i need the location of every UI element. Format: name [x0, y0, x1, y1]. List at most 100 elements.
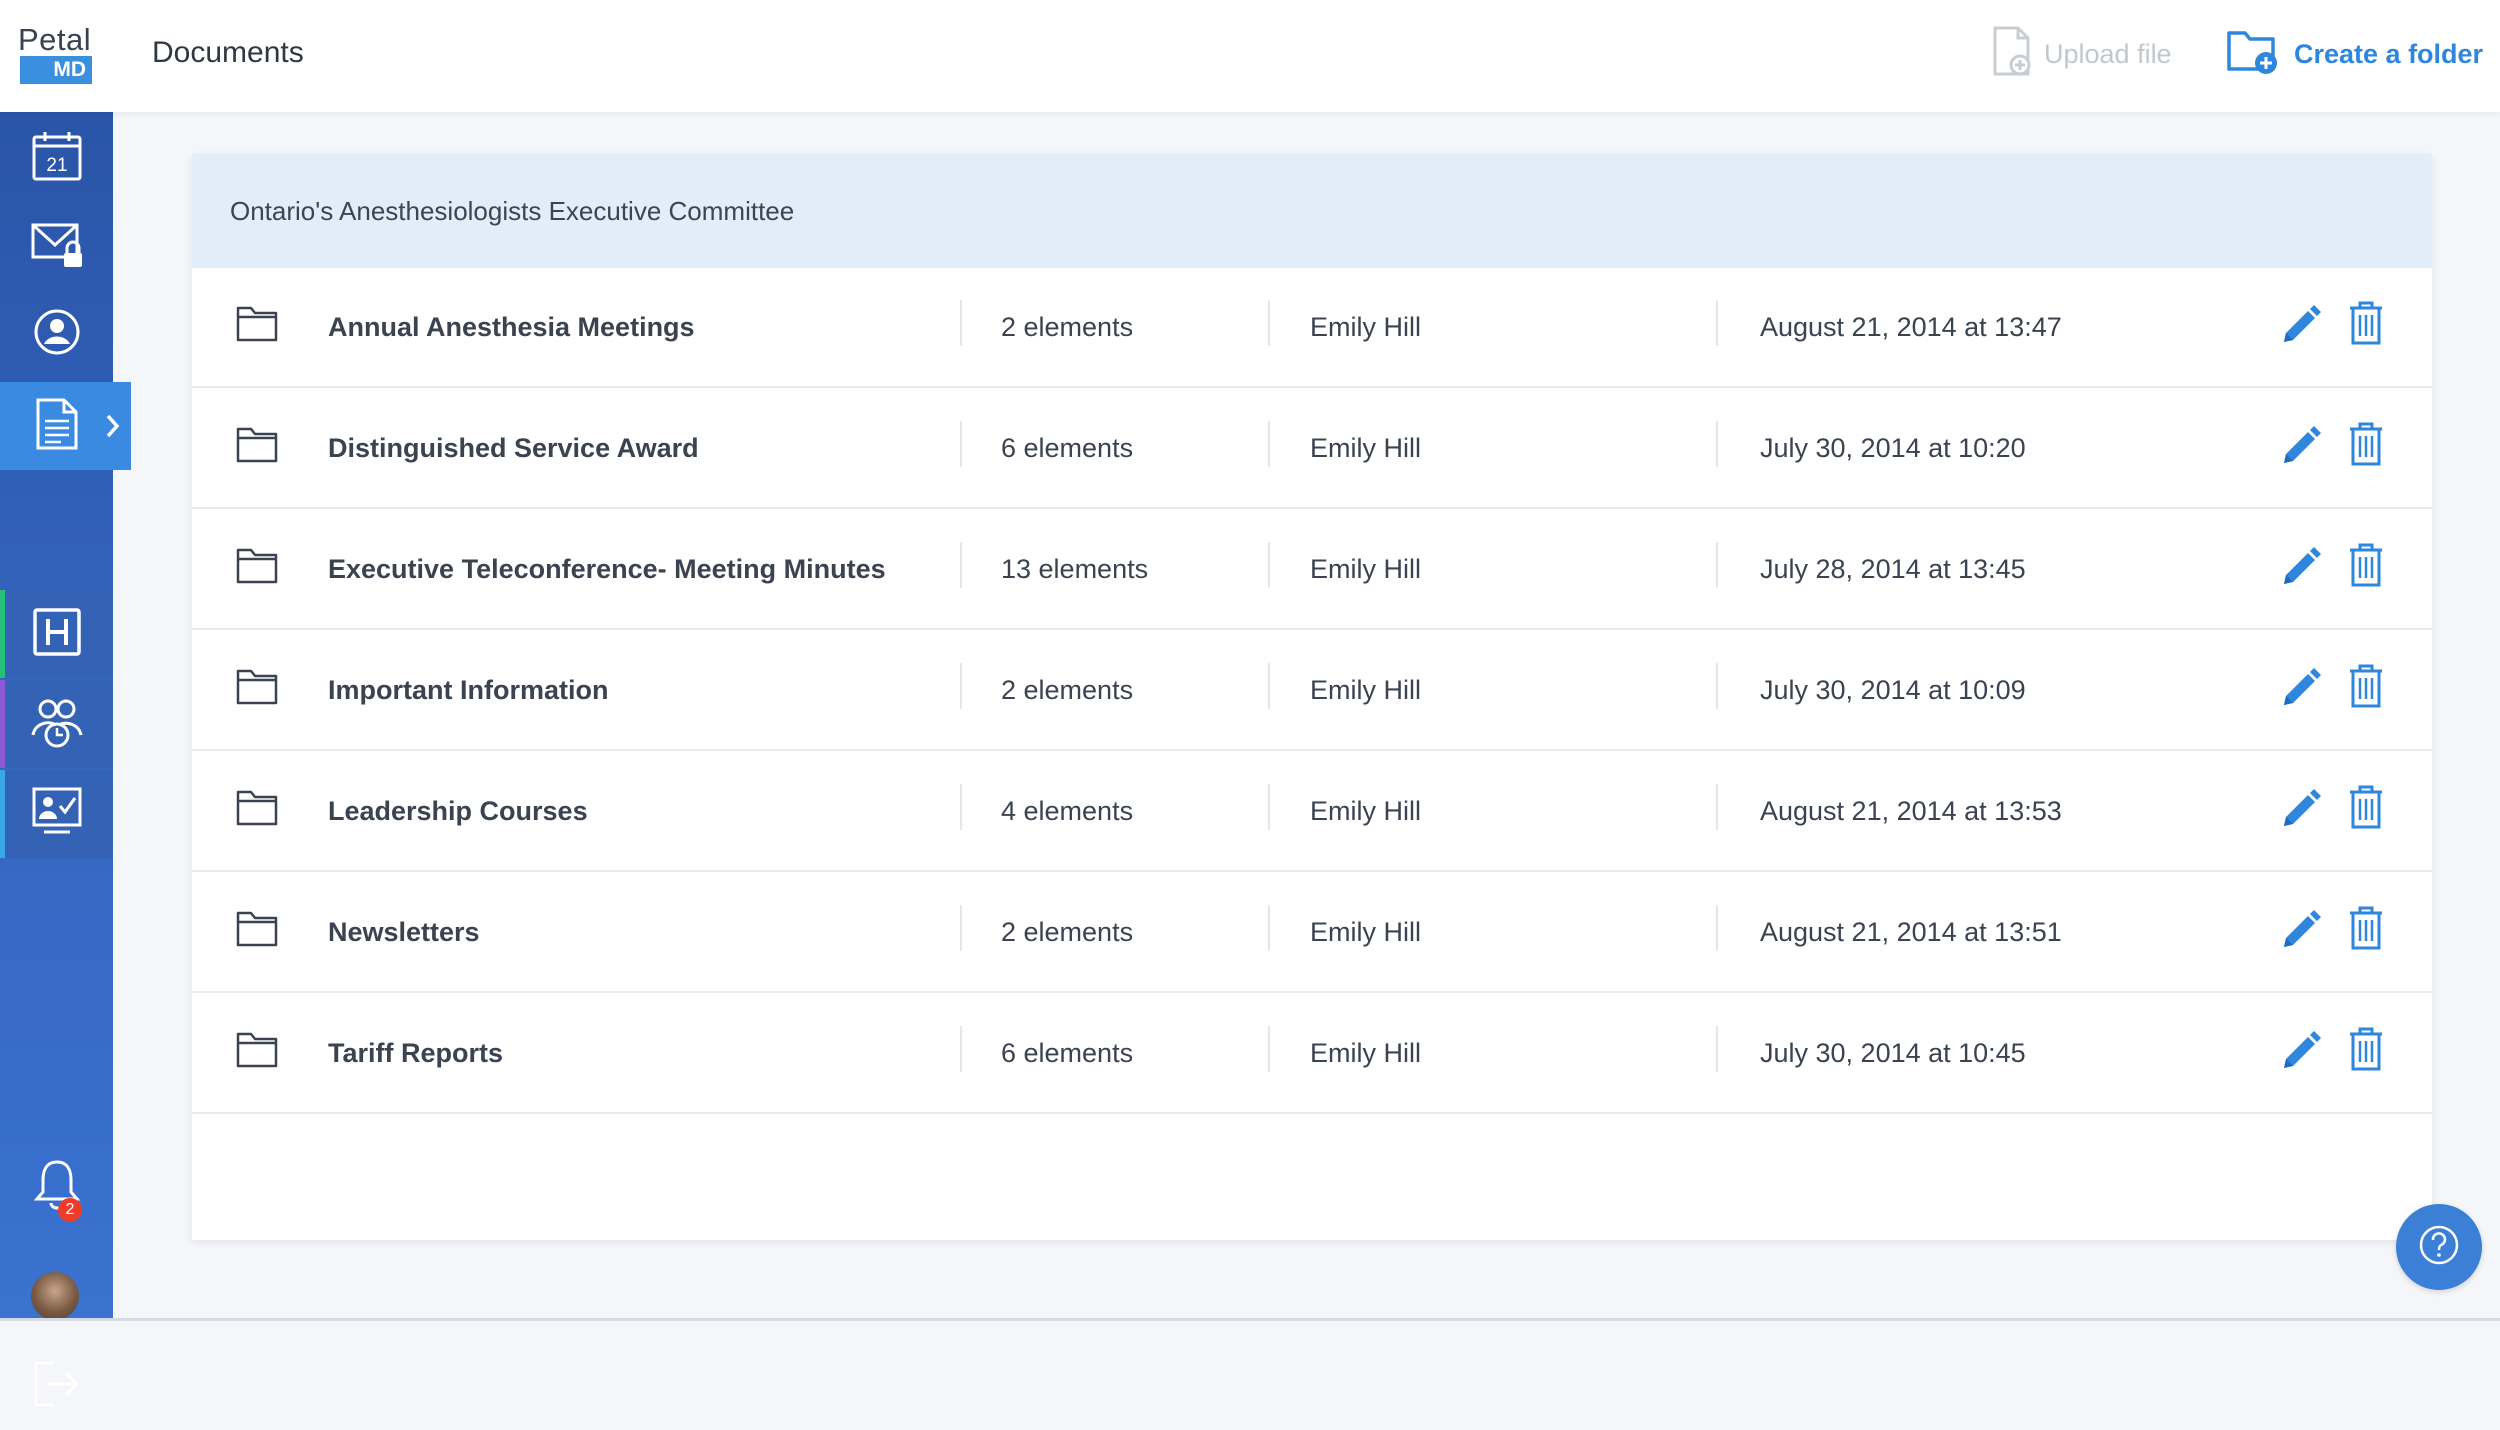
- edit-icon[interactable]: [2278, 663, 2322, 714]
- edit-icon[interactable]: [2278, 905, 2322, 956]
- column-divider: [960, 1026, 962, 1072]
- folder-element-count: 6 elements: [1001, 1038, 1134, 1068]
- folder-owner: Emily Hill: [1310, 675, 1421, 705]
- upload-file-button[interactable]: Upload file: [1992, 26, 2172, 82]
- calendar-icon: 21: [30, 129, 84, 188]
- folder-name[interactable]: Tariff Reports: [328, 1038, 503, 1069]
- column-divider: [1268, 784, 1270, 830]
- group-header: Ontario's Anesthesiologists Executive Co…: [192, 154, 2432, 268]
- profile-icon: [32, 307, 82, 362]
- help-button[interactable]: [2396, 1204, 2482, 1290]
- add-folder-icon: [2226, 25, 2280, 84]
- folder-date: July 30, 2014 at 10:45: [1760, 1038, 2026, 1068]
- folder-icon: [236, 909, 278, 952]
- column-divider: [1716, 1026, 1718, 1072]
- column-divider: [1716, 542, 1718, 588]
- sidebar-item-calendar[interactable]: 21: [0, 114, 113, 202]
- folder-name[interactable]: Distinguished Service Award: [328, 433, 699, 464]
- folder-row[interactable]: Leadership Courses 4 elements Emily Hill Au…: [192, 752, 2432, 872]
- edit-icon[interactable]: [2278, 784, 2322, 835]
- petalmd-logo[interactable]: Petal MD: [16, 22, 96, 84]
- column-divider: [960, 905, 962, 951]
- page-title: Documents: [152, 36, 304, 69]
- folder-name[interactable]: Important Information: [328, 675, 608, 706]
- sidebar-item-logout[interactable]: [0, 1342, 113, 1430]
- accent-stripe: [0, 770, 5, 858]
- folder-date: August 21, 2014 at 13:51: [1760, 917, 2062, 947]
- edit-icon[interactable]: [2278, 421, 2322, 472]
- trash-icon[interactable]: [2346, 421, 2386, 472]
- accent-stripe: [0, 680, 5, 768]
- upload-file-icon: [1992, 25, 2032, 84]
- sidebar-item-documents[interactable]: [0, 382, 131, 470]
- folder-date: July 30, 2014 at 10:20: [1760, 433, 2026, 463]
- folder-row[interactable]: Annual Anesthesia Meetings 2 elements Emil…: [192, 268, 2432, 388]
- trash-icon[interactable]: [2346, 542, 2386, 593]
- column-divider: [1716, 300, 1718, 346]
- trash-icon[interactable]: [2346, 663, 2386, 714]
- trash-icon[interactable]: [2346, 784, 2386, 835]
- folder-owner: Emily Hill: [1310, 554, 1421, 584]
- folder-row[interactable]: Executive Teleconference- Meeting Minute…: [192, 510, 2432, 630]
- folder-icon: [236, 546, 278, 589]
- svg-text:21: 21: [46, 155, 67, 176]
- hospital-icon: [32, 607, 82, 662]
- column-divider: [960, 542, 962, 588]
- column-divider: [1268, 663, 1270, 709]
- create-folder-button[interactable]: Create a folder: [2226, 26, 2483, 82]
- folder-name[interactable]: Newsletters: [328, 917, 480, 948]
- folder-date: July 28, 2014 at 13:45: [1760, 554, 2026, 584]
- column-divider: [1716, 784, 1718, 830]
- folder-name[interactable]: Leadership Courses: [328, 796, 588, 827]
- folder-row[interactable]: Tariff Reports 6 elements Emily Hill July 3…: [192, 994, 2432, 1114]
- folder-owner: Emily Hill: [1310, 917, 1421, 947]
- trash-icon[interactable]: [2346, 1026, 2386, 1077]
- folder-row[interactable]: Distinguished Service Award 6 elements Emi…: [192, 389, 2432, 509]
- edit-icon[interactable]: [2278, 1026, 2322, 1077]
- sidebar-item-groups[interactable]: [0, 680, 113, 768]
- logout-icon: [32, 1359, 82, 1414]
- folder-owner: Emily Hill: [1310, 433, 1421, 463]
- folder-owner: Emily Hill: [1310, 796, 1421, 826]
- folder-row[interactable]: Newsletters 2 elements Emily Hill August 21…: [192, 873, 2432, 993]
- sidebar-item-presentations[interactable]: [0, 770, 113, 858]
- folder-owner: Emily Hill: [1310, 1038, 1421, 1068]
- folder-element-count: 2 elements: [1001, 675, 1134, 705]
- edit-icon[interactable]: [2278, 542, 2322, 593]
- column-divider: [960, 300, 962, 346]
- column-divider: [960, 421, 962, 467]
- folder-name[interactable]: Executive Teleconference- Meeting Minute…: [328, 554, 886, 585]
- folder-date: July 30, 2014 at 10:09: [1760, 675, 2026, 705]
- column-divider: [1268, 905, 1270, 951]
- folder-element-count: 13 elements: [1001, 554, 1149, 584]
- folder-icon: [236, 667, 278, 710]
- group-icon: [30, 695, 84, 754]
- create-folder-label: Create a folder: [2294, 38, 2484, 69]
- folder-icon: [236, 304, 278, 347]
- folder-name[interactable]: Annual Anesthesia Meetings: [328, 312, 695, 343]
- folder-icon: [236, 425, 278, 468]
- column-divider: [960, 663, 962, 709]
- column-divider: [1268, 421, 1270, 467]
- logo-text-top: Petal: [18, 22, 92, 57]
- sidebar-item-profile[interactable]: [0, 290, 113, 378]
- sidebar-item-notifications[interactable]: [0, 1142, 113, 1230]
- folder-row[interactable]: Important Information 2 elements Emily Hil…: [192, 631, 2432, 751]
- sidebar-item-hospital[interactable]: [0, 590, 113, 678]
- notification-badge: 2: [58, 1198, 82, 1222]
- group-title: Ontario's Anesthesiologists Executive Co…: [230, 196, 795, 226]
- top-bar: Petal MD Documents Upload file Create a …: [0, 0, 2500, 112]
- avatar[interactable]: [31, 1272, 79, 1320]
- folder-owner: Emily Hill: [1310, 312, 1421, 342]
- edit-icon[interactable]: [2278, 300, 2322, 351]
- presentation-icon: [30, 786, 84, 843]
- folder-date: August 21, 2014 at 13:53: [1760, 796, 2062, 826]
- column-divider: [1268, 300, 1270, 346]
- column-divider: [1716, 663, 1718, 709]
- column-divider: [960, 784, 962, 830]
- sidebar-item-messages[interactable]: [0, 202, 113, 290]
- documents-icon: [35, 397, 79, 456]
- trash-icon[interactable]: [2346, 300, 2386, 351]
- trash-icon[interactable]: [2346, 905, 2386, 956]
- upload-file-label: Upload file: [2044, 38, 2172, 69]
